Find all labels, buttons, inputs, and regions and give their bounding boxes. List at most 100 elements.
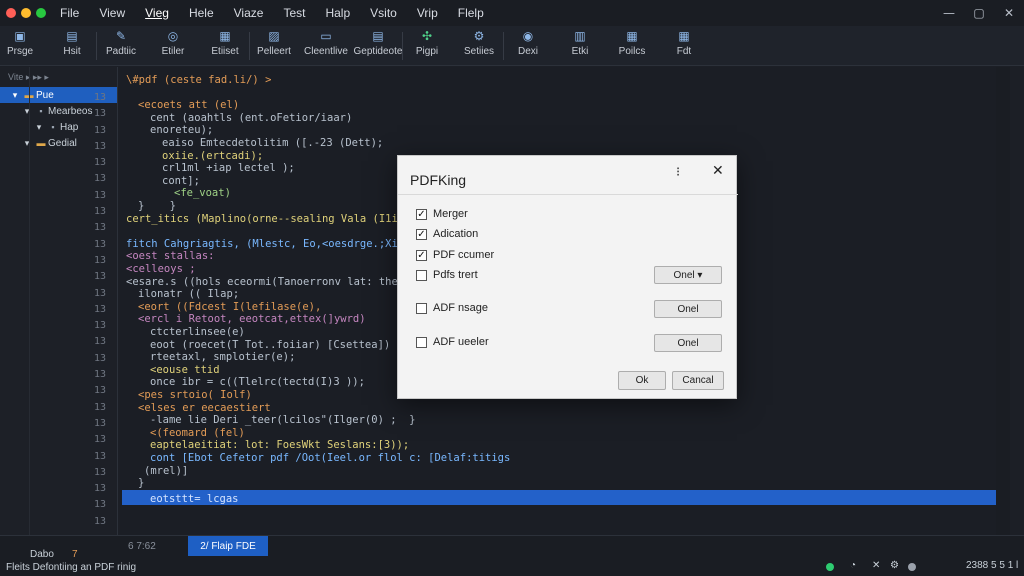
close-icon[interactable]: ✕ xyxy=(994,6,1024,20)
toolbar-button-2[interactable]: ✎ Padtiic xyxy=(101,26,141,66)
toolbar-button-11[interactable]: ▥ Etki xyxy=(560,26,600,66)
sync-icon[interactable]: ◔ xyxy=(850,560,856,571)
menu-flelp[interactable]: Flelp xyxy=(458,6,484,20)
option-button[interactable]: Onel xyxy=(654,300,722,318)
line-number: 13 xyxy=(93,499,106,511)
option-pdf-ccumer[interactable]: ✓ PDF ccumer xyxy=(416,249,494,261)
toolbar-button-1[interactable]: ▤ Hsit xyxy=(52,26,92,66)
option-button[interactable]: Onel xyxy=(654,334,722,352)
toolbar-button-4[interactable]: ▦ Etiiset xyxy=(205,26,245,66)
toolbar-button-12[interactable]: ▦ Poilcs xyxy=(612,26,652,66)
target-icon: ◉ xyxy=(522,29,534,43)
warning-badge[interactable]: 7 xyxy=(72,549,78,560)
checkbox[interactable]: ✓ xyxy=(416,208,427,220)
status-numbers: 2388 5 5 1 l xyxy=(966,560,1019,571)
toolbar-button-9[interactable]: ⚙ Setiies xyxy=(459,26,499,66)
toolbar-button-6[interactable]: ▭ Cleentlive xyxy=(304,26,348,66)
save-icon: ▣ xyxy=(14,29,26,43)
line-number: 13 xyxy=(93,173,106,185)
menu-test[interactable]: Test xyxy=(283,6,305,20)
toolbar-button-label: Prsge xyxy=(6,46,34,57)
line-number: 13 xyxy=(93,157,106,169)
line-number: 13 xyxy=(93,369,106,381)
code-line: (mrel)] xyxy=(144,464,189,477)
line-number: 13 xyxy=(93,287,106,299)
grid-icon: ▦ xyxy=(626,29,638,43)
toolbar-button-label: Cleentlive xyxy=(304,46,348,57)
maximize-icon[interactable]: ▢ xyxy=(964,6,994,20)
line-number: 13 xyxy=(93,92,106,103)
status-message: Fleits Defontiing an PDF rinig xyxy=(6,562,137,573)
menu-hele[interactable]: Hele xyxy=(189,6,214,20)
menu-vsito[interactable]: Vsito xyxy=(370,6,397,20)
folder-icon: ▬ xyxy=(36,138,46,148)
toolbar-button-0[interactable]: ▣ Prsge xyxy=(0,26,40,66)
line-number: 13 xyxy=(93,515,106,527)
terminal-tab[interactable]: 2/ Flaip FDE xyxy=(188,536,268,556)
toolbar-button-3[interactable]: ◎ Etiler xyxy=(153,26,193,66)
checkbox[interactable] xyxy=(416,302,427,314)
checkbox[interactable]: ✓ xyxy=(416,228,427,240)
line-number: 13 xyxy=(93,303,106,315)
pencil-icon: ✎ xyxy=(115,29,127,43)
more-options-icon[interactable]: ⁝ xyxy=(676,164,680,180)
option-merger[interactable]: ✓ Merger xyxy=(416,208,468,220)
menu-vieg[interactable]: Vieg xyxy=(145,6,169,20)
option-adf-ueeler[interactable]: ADF ueeler xyxy=(416,336,489,348)
line-number: 13 xyxy=(93,254,106,266)
calendar-icon: ▦ xyxy=(678,29,690,43)
dialog-close-icon[interactable]: ✕ xyxy=(712,162,724,179)
toolbar-button-label: Dexi xyxy=(517,46,538,57)
app-window: File View Vieg Hele Viaze Test Halp Vsit… xyxy=(0,0,1024,576)
file-icon: ▪ xyxy=(39,106,43,116)
minimize-window-light[interactable] xyxy=(21,8,31,18)
line-numbers: 13 13 13 13 13 13 13 13 13 13 13 13 13 13 13 13 13 13 13 13… xyxy=(80,90,106,530)
line-number: 13 xyxy=(93,271,106,283)
option-pdfs-trert[interactable]: Pdfs trert xyxy=(416,269,478,281)
option-dropdown-button[interactable]: Onel ▾ xyxy=(654,266,722,284)
image-icon: ▨ xyxy=(268,29,280,43)
toolbar-button-label: Geptideote xyxy=(353,46,403,57)
status-bar: Dabo 7 Fleits Defontiing an PDF rinig 6 … xyxy=(0,535,1024,576)
toolbar-button-label: Poilcs xyxy=(618,46,646,57)
menu-halp[interactable]: Halp xyxy=(325,6,350,20)
checkbox[interactable] xyxy=(416,336,427,348)
window-controls: — ▢ ✕ xyxy=(934,0,1024,26)
toolbar-button-label: Padtiic xyxy=(105,46,136,57)
close-window-light[interactable] xyxy=(6,8,16,18)
option-adf-nsage[interactable]: ADF nsage xyxy=(416,302,488,314)
checkbox[interactable]: ✓ xyxy=(416,249,427,261)
toolbar-separator xyxy=(249,32,250,60)
ok-button[interactable]: Ok xyxy=(618,371,666,390)
chevron-down-icon[interactable]: ▾ xyxy=(32,122,46,133)
toolbar-button-8[interactable]: ✣ Pigpi xyxy=(407,26,447,66)
zoom-window-light[interactable] xyxy=(36,8,46,18)
toolbar-button-13[interactable]: ▦ Fdt xyxy=(664,26,704,66)
close-icon[interactable]: ✕ xyxy=(872,560,880,571)
tree-item-label: Hap xyxy=(60,121,79,133)
toolbar-button-5[interactable]: ▨ Pelleert xyxy=(254,26,294,66)
toolbar-button-10[interactable]: ◉ Dexi xyxy=(508,26,548,66)
menu-viaze[interactable]: Viaze xyxy=(234,6,264,20)
menu-vrip[interactable]: Vrip xyxy=(417,6,438,20)
settings-icon[interactable]: ⚙ xyxy=(890,560,899,571)
file-icon: ▪ xyxy=(51,122,55,132)
checkbox[interactable] xyxy=(416,269,427,281)
tree-item-label: Gedial xyxy=(48,137,77,149)
pdfking-dialog: PDFKing ⁝ ✕ ✓ Merger ✓ Adication ✓ PDF c… xyxy=(397,155,738,399)
menu-view[interactable]: View xyxy=(99,6,125,20)
vertical-scrollbar[interactable] xyxy=(996,67,1010,535)
sidebar-activity-strip xyxy=(0,67,30,535)
line-number: 13 xyxy=(93,238,106,250)
tree-item-label: Pue xyxy=(36,89,54,101)
line-number: 13 xyxy=(93,434,106,446)
puzzle-icon: ✣ xyxy=(421,29,433,43)
minimize-icon[interactable]: — xyxy=(934,6,964,20)
code-line: <fe_voat) xyxy=(174,187,231,200)
menu-file[interactable]: File xyxy=(60,6,79,20)
option-adication[interactable]: ✓ Adication xyxy=(416,228,478,240)
line-number: 13 xyxy=(93,385,106,397)
cancel-button[interactable]: Cancal xyxy=(672,371,724,390)
toolbar-button-7[interactable]: ▤ Geptideote xyxy=(354,26,403,66)
toolbar-button-label: Etki xyxy=(571,46,589,57)
